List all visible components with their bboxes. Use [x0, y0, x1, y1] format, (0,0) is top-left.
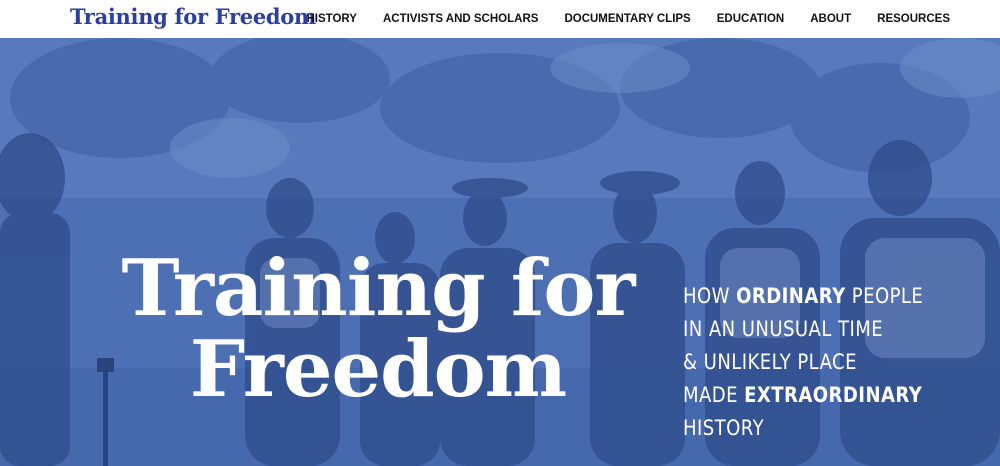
nav-education[interactable]: EDUCATION [717, 13, 785, 25]
hero-title: Training for Freedom [98, 248, 658, 410]
nav-about[interactable]: ABOUT [810, 13, 851, 25]
hero-title-line1: Training for [121, 243, 635, 334]
site-title-link[interactable]: Training for Freedom [70, 4, 316, 29]
tagline-line3: & UNLIKELY PLACE [683, 350, 857, 374]
nav-history[interactable]: HISTORY [306, 13, 356, 25]
tagline-line4: MADE EXTRAORDINARY [683, 383, 923, 407]
site-header: Training for Freedom HISTORY ACTIVISTS A… [0, 0, 1000, 38]
tagline-line2: IN AN UNUSUAL TIME [683, 317, 884, 341]
tagline-line1: HOW ORDINARY PEOPLE [683, 284, 924, 308]
hero-tagline: HOW ORDINARY PEOPLE IN AN UNUSUAL TIME &… [683, 280, 941, 445]
nav-activists-and-scholars[interactable]: ACTIVISTS AND SCHOLARS [383, 13, 538, 25]
hero-banner: Training for Freedom HOW ORDINARY PEOPLE… [0, 38, 1000, 466]
main-nav: HISTORY ACTIVISTS AND SCHOLARS DOCUMENTA… [306, 0, 950, 38]
tagline-line5: HISTORY [683, 416, 765, 440]
nav-documentary-clips[interactable]: DOCUMENTARY CLIPS [564, 13, 690, 25]
hero-title-line2: Freedom [189, 324, 567, 416]
nav-resources[interactable]: RESOURCES [877, 13, 950, 25]
